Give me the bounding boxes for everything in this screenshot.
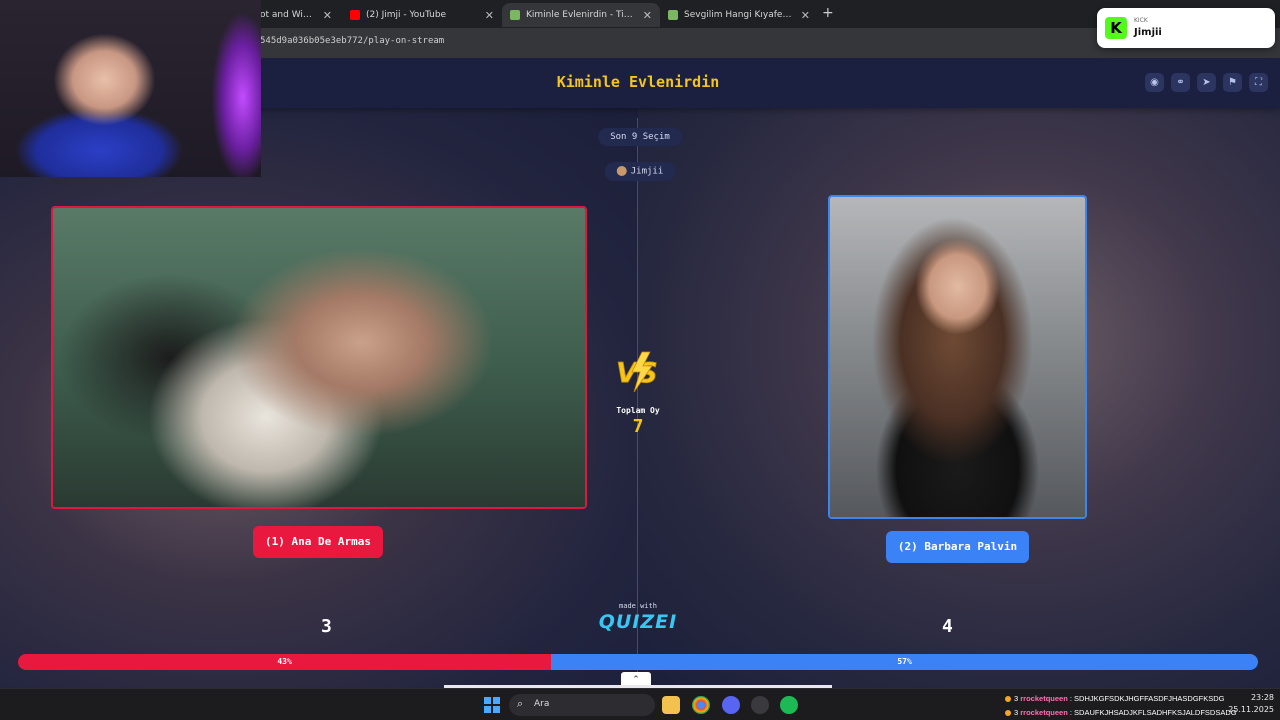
obs-icon[interactable] <box>751 696 769 714</box>
clock-date[interactable]: 25.11.2025 <box>1228 705 1274 714</box>
screen: ot and Widgets ✕ (2) Jimji - YouTube ✕ K… <box>0 0 1280 720</box>
total-votes-label: Toplam Oy <box>616 406 660 415</box>
site-icon <box>510 10 520 20</box>
tab-title: ot and Widgets <box>260 10 317 20</box>
link-icon[interactable]: ⚭ <box>1171 73 1190 92</box>
kick-notification[interactable]: K KICK Jimjii <box>1097 8 1275 48</box>
close-icon[interactable]: ✕ <box>323 9 332 22</box>
host-name: Jimjii <box>630 166 664 177</box>
brand-logo[interactable]: QUIZEI <box>598 611 678 633</box>
badge-icon <box>1005 710 1011 717</box>
made-with-label: made with <box>619 602 657 610</box>
chat-user: rrocketqueen <box>1020 708 1068 717</box>
chat-badge-count: 3 <box>1014 694 1019 703</box>
round-label: Son 9 Seçim <box>598 128 682 146</box>
close-icon[interactable]: ✕ <box>485 9 494 22</box>
file-explorer-icon[interactable] <box>662 696 680 714</box>
send-icon[interactable]: ➤ <box>1197 73 1216 92</box>
close-icon[interactable]: ✕ <box>801 9 810 22</box>
vs-icon: VS <box>616 351 658 393</box>
notification-name: Jimjii <box>1134 27 1162 38</box>
notification-platform: KICK <box>1134 17 1148 24</box>
browser-tab-sevgilim[interactable]: Sevgilim Hangi Kıyafeti Dışarda ✕ <box>660 3 818 27</box>
site-icon <box>668 10 678 20</box>
clock-time[interactable]: 23:28 <box>1244 693 1274 702</box>
webcam-overlay <box>0 0 261 177</box>
choice-button-right[interactable]: (2) Barbara Palvin <box>886 531 1029 563</box>
windows-start-icon[interactable] <box>484 697 500 713</box>
chat-message: : SDAUFKJHSADJKFLSADHFKSJALDFSDSADG <box>1069 708 1237 717</box>
vote-progress-bar: 43% 57% <box>18 654 1258 670</box>
host-badge: Jimjii <box>604 162 676 181</box>
right-vote-count: 4 <box>942 616 953 637</box>
chrome-icon[interactable] <box>692 696 710 714</box>
search-icon: ⌕ <box>517 697 524 710</box>
spotify-icon[interactable] <box>780 696 798 714</box>
kick-logo-icon: K <box>1105 17 1127 39</box>
new-tab-button[interactable]: + <box>822 5 834 21</box>
left-vote-count: 3 <box>321 616 332 637</box>
tab-title: Kiminle Evlenirdin - Tier List, Ko <box>526 10 637 20</box>
total-votes-value: 7 <box>632 416 644 437</box>
tab-title: Sevgilim Hangi Kıyafeti Dışarda <box>684 10 795 20</box>
close-icon[interactable]: ✕ <box>643 9 652 22</box>
tab-title: (2) Jimji - YouTube <box>366 10 447 20</box>
flag-icon[interactable]: ⚑ <box>1223 73 1242 92</box>
choice-button-left[interactable]: (1) Ana De Armas <box>253 526 383 558</box>
browser-tab-kiminle[interactable]: Kiminle Evlenirdin - Tier List, Ko ✕ <box>502 3 660 27</box>
eye-icon[interactable]: ◉ <box>1145 73 1164 92</box>
choice-card-right[interactable] <box>828 195 1087 519</box>
badge-icon <box>1005 696 1011 703</box>
vote-bar-right: 57% <box>551 654 1258 670</box>
chat-line: 3 rrocketqueen : SDAUFKJHSADJKFLSADHFKSJ… <box>1005 708 1237 717</box>
choice-card-left[interactable] <box>51 206 587 509</box>
chat-line: 3 rrocketqueen : SDHJKGFSDKJHGFFASDFJHAS… <box>1005 694 1225 703</box>
fullscreen-icon[interactable]: ⛶ <box>1249 73 1268 92</box>
choice-photo-left <box>53 208 585 507</box>
search-placeholder: Ara <box>534 699 550 709</box>
browser-tab-widgets[interactable]: ot and Widgets ✕ <box>252 3 340 27</box>
youtube-icon <box>350 10 360 20</box>
vote-bar-left: 43% <box>18 654 552 670</box>
discord-icon[interactable] <box>722 696 740 714</box>
chat-user: rrocketqueen <box>1020 694 1068 703</box>
url-text: 545d9a036b05e3eb772/play-on-stream <box>260 36 445 46</box>
taskbar-search[interactable]: ⌕ Ara <box>509 694 655 716</box>
avatar <box>616 166 627 176</box>
taskbar: ⌕ Ara 3 rrocketqueen : SDHJKGFSDKJHGFFAS… <box>0 688 1280 720</box>
choice-photo-right <box>830 197 1085 517</box>
chat-badge-count: 3 <box>1014 708 1019 717</box>
chat-message: : SDHJKGFSDKJHGFFASDFJHASDGFKSDG <box>1069 694 1225 703</box>
browser-tab-youtube[interactable]: (2) Jimji - YouTube ✕ <box>342 3 502 27</box>
